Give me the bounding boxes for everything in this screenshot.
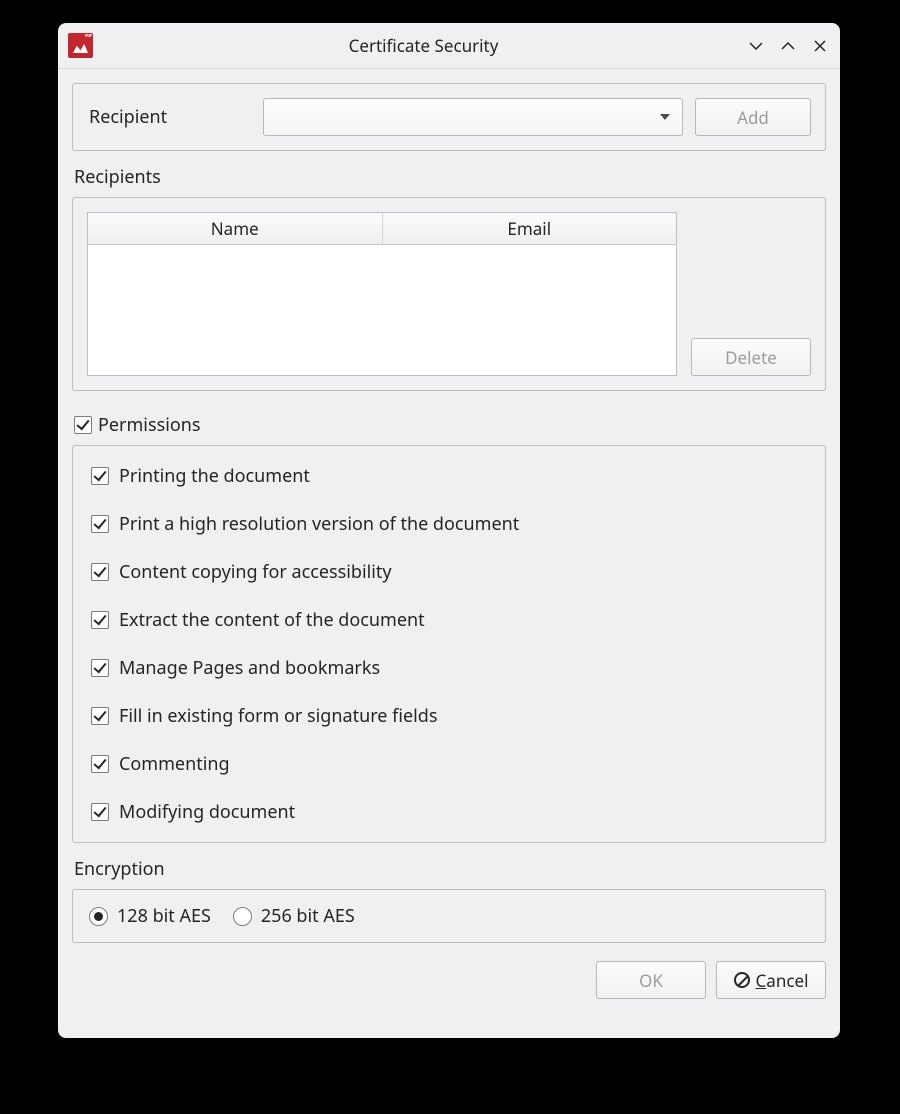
window-title: Certificate Security [101,34,746,57]
permissions-group: Printing the document Print a high resol… [72,445,826,843]
perm-label: Print a high resolution version of the d… [119,512,519,536]
add-button[interactable]: Add [695,98,811,136]
perm-item-fill-forms: Fill in existing form or signature field… [91,704,807,728]
app-icon [68,33,93,58]
encryption-option-128[interactable]: 128 bit AES [89,904,211,928]
perm-checkbox[interactable] [91,563,109,581]
perm-label: Content copying for accessibility [119,560,392,584]
recipients-group: Name Email Delete [72,197,826,391]
cancel-button[interactable]: CCancelancel [716,961,826,999]
dialog-footer: OK CCancelancel [72,961,826,999]
chevron-up-icon [780,38,796,54]
chevron-down-icon [748,38,764,54]
recipient-label: Recipient [87,105,251,129]
prohibit-icon [734,972,750,988]
perm-checkbox[interactable] [91,515,109,533]
column-email[interactable]: Email [383,213,677,244]
minimize-button[interactable] [746,36,766,56]
recipients-table[interactable]: Name Email [87,212,677,376]
caret-down-icon [660,114,670,120]
perm-item-copy-a11y: Content copying for accessibility [91,560,807,584]
perm-item-highres: Print a high resolution version of the d… [91,512,807,536]
dialog-window: Certificate Security Recipient Add [58,23,840,1038]
recipient-combobox[interactable] [263,98,683,136]
perm-item-printing: Printing the document [91,464,807,488]
perm-item-manage-pages: Manage Pages and bookmarks [91,656,807,680]
perm-label: Extract the content of the document [119,608,425,632]
column-name[interactable]: Name [88,213,383,244]
perm-checkbox[interactable] [91,755,109,773]
perm-checkbox[interactable] [91,611,109,629]
perm-checkbox[interactable] [91,707,109,725]
titlebar: Certificate Security [58,23,840,69]
perm-checkbox[interactable] [91,803,109,821]
delete-button[interactable]: Delete [691,338,811,376]
perm-label: Printing the document [119,464,310,488]
maximize-button[interactable] [778,36,798,56]
perm-checkbox[interactable] [91,467,109,485]
recipient-group: Recipient Add [72,83,826,151]
radio-label: 256 bit AES [261,904,355,928]
radio-icon [89,907,108,926]
encryption-group: 128 bit AES 256 bit AES [72,889,826,943]
recipients-label: Recipients [74,165,826,189]
perm-item-modifying: Modifying document [91,800,807,824]
radio-icon [233,907,252,926]
perm-label: Commenting [119,752,230,776]
perm-item-commenting: Commenting [91,752,807,776]
encryption-option-256[interactable]: 256 bit AES [233,904,355,928]
perm-label: Modifying document [119,800,295,824]
perm-checkbox[interactable] [91,659,109,677]
perm-item-extract: Extract the content of the document [91,608,807,632]
window-controls [746,36,830,56]
radio-label: 128 bit AES [117,904,211,928]
perm-label: Manage Pages and bookmarks [119,656,380,680]
ok-button[interactable]: OK [596,961,706,999]
dialog-body: Recipient Add Recipients Name Email [58,69,840,1038]
table-header: Name Email [88,213,676,245]
perm-label: Fill in existing form or signature field… [119,704,437,728]
permissions-checkbox[interactable] [74,416,92,434]
permissions-label: Permissions [98,413,200,437]
close-button[interactable] [810,36,830,56]
encryption-label: Encryption [74,857,826,881]
permissions-header: Permissions [74,413,826,437]
close-icon [812,38,828,54]
